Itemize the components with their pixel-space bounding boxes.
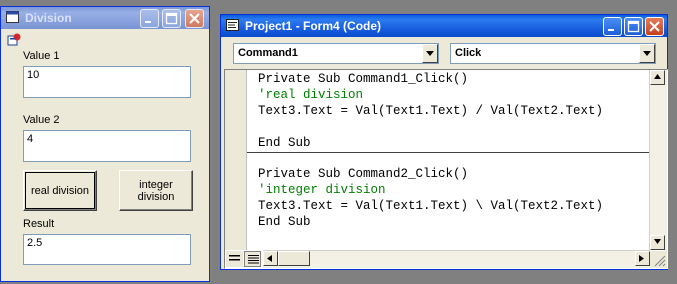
code-line[interactable]: End Sub <box>258 136 311 150</box>
vertical-scrollbar[interactable] <box>649 70 667 250</box>
procedure-combo[interactable]: Click <box>450 43 656 64</box>
value1-input[interactable]: 10 <box>23 66 191 98</box>
horizontal-scrollbar[interactable] <box>263 250 650 268</box>
scroll-right-button[interactable] <box>635 251 650 266</box>
code-titlebar[interactable]: Project1 - Form4 (Code) <box>221 15 667 37</box>
scroll-left-button[interactable] <box>263 251 278 266</box>
real-division-button[interactable]: real division <box>23 170 97 211</box>
division-title: Division <box>25 11 72 25</box>
editor-margin <box>225 70 247 250</box>
form-icon <box>6 11 19 23</box>
object-combo-value: Command1 <box>238 47 298 59</box>
horizontal-scroll-thumb[interactable] <box>278 251 310 266</box>
arrow-down-icon <box>654 239 661 244</box>
value1-label: Value 1 <box>23 50 60 62</box>
minimize-icon <box>145 21 151 23</box>
arrow-right-icon <box>639 255 644 262</box>
procedure-view-icon <box>229 255 240 261</box>
close-icon <box>649 21 660 32</box>
form-corner-icon <box>7 32 22 47</box>
close-button[interactable] <box>185 9 204 28</box>
code-line[interactable]: Private Sub Command2_Click() <box>258 167 468 181</box>
code-line[interactable]: 'real division <box>258 88 363 102</box>
dropdown-arrow-icon <box>643 51 651 56</box>
division-window: Division Value 1 10 Value 2 4 real divis… <box>0 6 210 282</box>
maximize-icon <box>627 20 640 33</box>
vb-code-icon <box>226 19 239 31</box>
maximize-button[interactable] <box>162 9 181 28</box>
procedure-combo-arrow[interactable] <box>639 44 655 63</box>
division-titlebar[interactable]: Division <box>1 7 209 29</box>
result-label: Result <box>23 218 55 230</box>
code-maximize-button[interactable] <box>624 17 643 36</box>
maximize-icon <box>165 12 178 25</box>
code-minimize-button[interactable] <box>603 17 622 36</box>
object-combo-arrow[interactable] <box>422 44 438 63</box>
scroll-up-button[interactable] <box>650 70 665 85</box>
code-close-button[interactable] <box>645 17 664 36</box>
arrow-up-icon <box>654 74 661 79</box>
value2-input[interactable]: 4 <box>23 130 191 162</box>
resize-grip[interactable] <box>650 251 667 268</box>
real-division-label: real division <box>30 184 90 197</box>
result-output[interactable]: 2.5 <box>23 234 191 265</box>
code-window: Project1 - Form4 (Code) Command1 Click P… <box>220 14 668 270</box>
resize-grip-icon <box>654 255 666 267</box>
close-icon <box>189 13 200 24</box>
integer-division-button[interactable]: integer division <box>119 170 193 211</box>
code-line[interactable]: 'integer division <box>258 183 386 197</box>
code-window-title: Project1 - Form4 (Code) <box>245 19 382 33</box>
integer-division-label-line1: integer <box>139 178 173 191</box>
code-line[interactable]: End Sub <box>258 215 311 229</box>
code-editor[interactable]: Private Sub Command1_Click() 'real divis… <box>224 69 668 269</box>
procedure-combo-value: Click <box>455 47 482 59</box>
full-module-view-button[interactable] <box>244 251 261 267</box>
minimize-button[interactable] <box>140 9 159 28</box>
full-module-view-icon <box>248 255 259 264</box>
minimize-icon <box>608 29 614 31</box>
arrow-left-icon <box>267 255 272 262</box>
object-combo[interactable]: Command1 <box>233 43 439 64</box>
code-line[interactable]: Private Sub Command1_Click() <box>258 72 468 86</box>
dropdown-arrow-icon <box>426 51 434 56</box>
code-line[interactable]: Text3.Text = Val(Text1.Text) \ Val(Text2… <box>258 199 603 213</box>
value2-label: Value 2 <box>23 114 60 126</box>
procedure-view-button[interactable] <box>226 251 243 267</box>
code-line[interactable]: Text3.Text = Val(Text1.Text) / Val(Text2… <box>258 104 603 118</box>
scroll-down-button[interactable] <box>650 235 665 250</box>
integer-division-label-line2: division <box>137 190 175 203</box>
procedure-separator <box>247 152 649 153</box>
